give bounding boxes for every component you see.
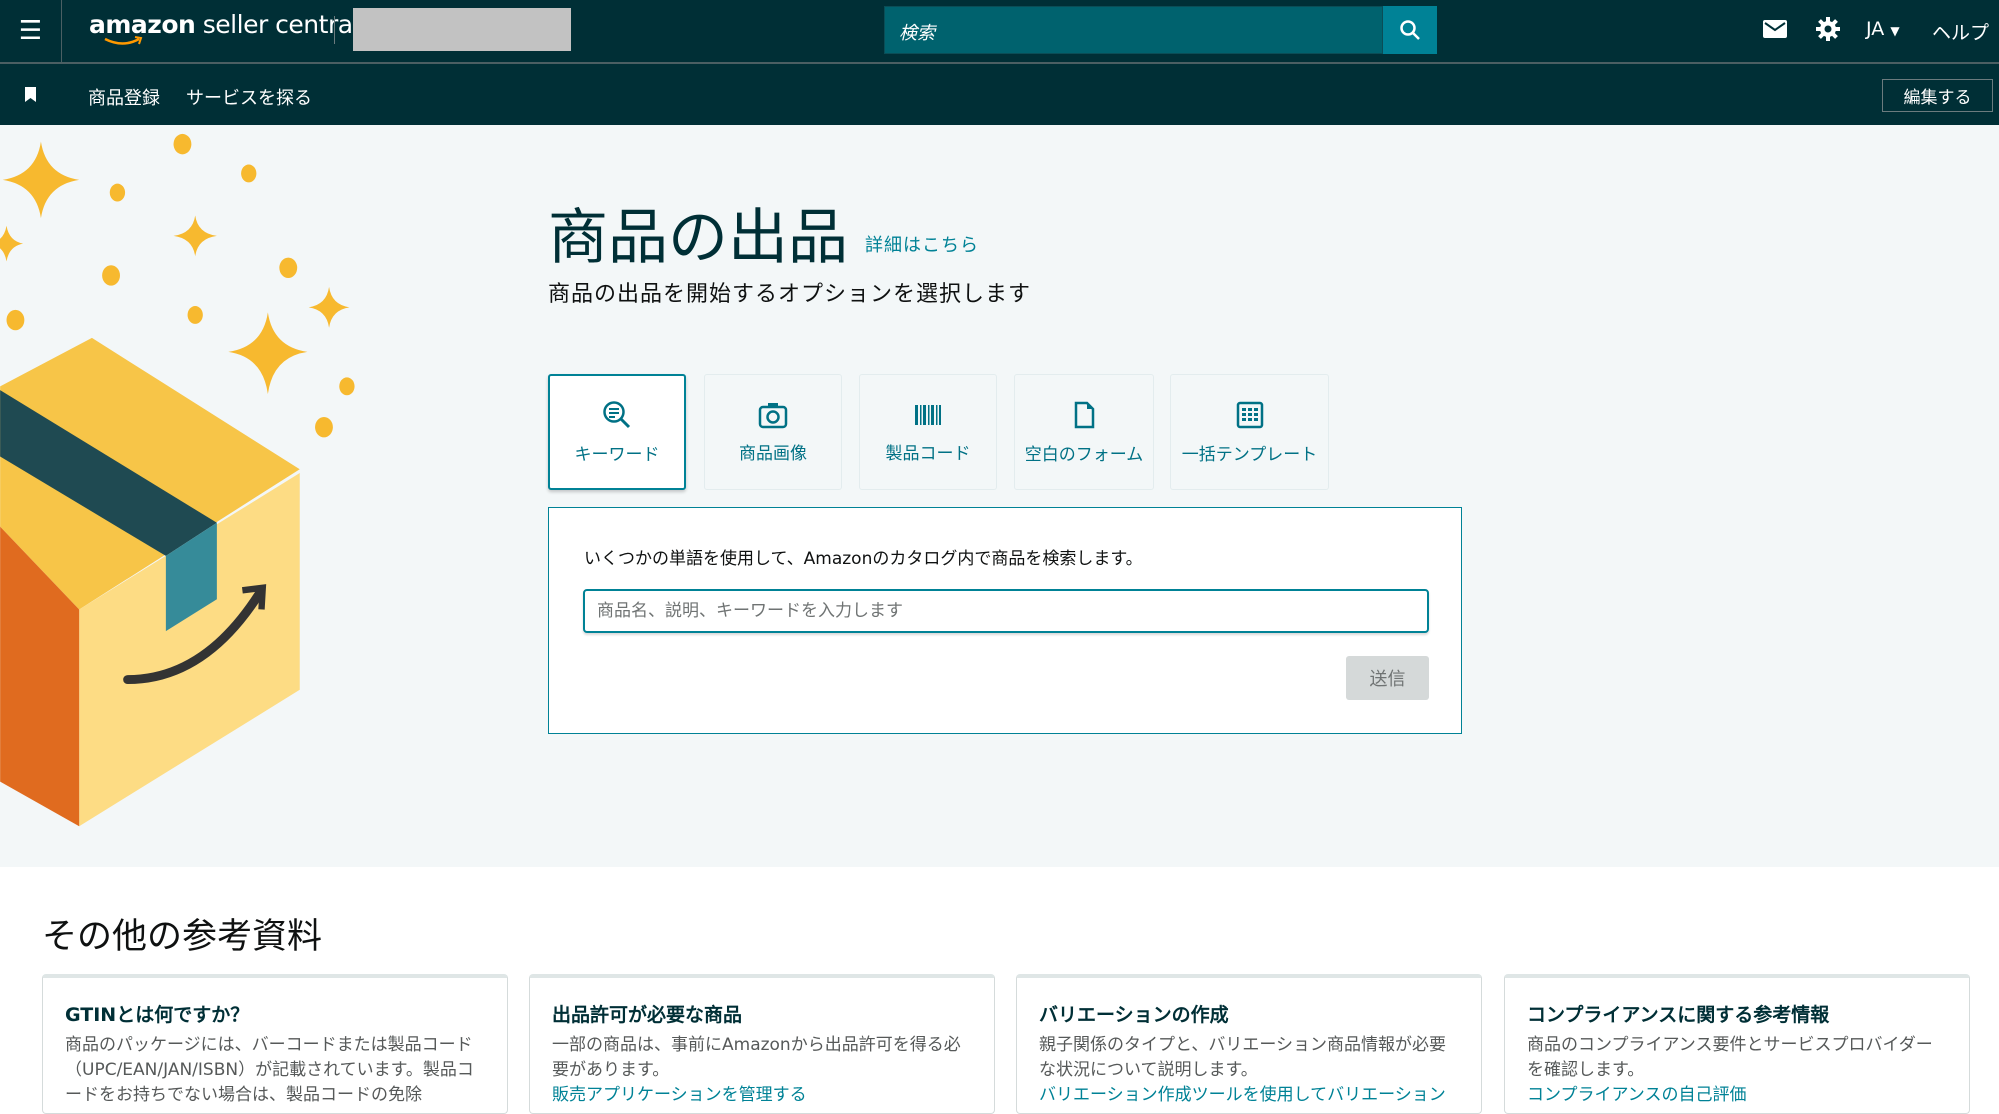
document-icon — [1074, 401, 1095, 428]
keyword-search-panel: いくつかの単語を使用して、Amazonのカタログ内で商品を検索します。 送信 — [548, 507, 1462, 734]
hamburger-menu-icon[interactable]: ☰ — [0, 0, 62, 62]
tab-label: 空白のフォーム — [1024, 444, 1144, 465]
card-body: 商品のパッケージには、バーコードまたは製品コード（UPC/EAN/JAN/ISB… — [65, 1035, 474, 1105]
card-title: コンプライアンスに関する参考情報 — [1527, 1004, 1830, 1026]
tab-label: 一括テンプレート — [1181, 444, 1318, 465]
tab-bulk-template[interactable]: 一括テンプレート — [1170, 374, 1329, 490]
keyword-search-icon — [603, 400, 631, 428]
smile-logo-icon — [104, 36, 143, 45]
card-link[interactable]: バリエーション作成ツールを使用してバリエーション — [1039, 1083, 1459, 1108]
gear-icon[interactable] — [1815, 16, 1841, 42]
nav-bar: 商品登録 サービスを探る 編集する — [0, 64, 1999, 125]
resource-card: GTINとは何ですか？ 商品のパッケージには、バーコードまたは製品コード（UPC… — [42, 974, 508, 1114]
nav-item-explore-services[interactable]: サービスを探る — [186, 84, 312, 110]
submit-button[interactable]: 送信 — [1346, 656, 1429, 700]
spreadsheet-icon — [1236, 401, 1263, 428]
account-switcher[interactable] — [353, 8, 571, 51]
resource-card: 出品許可が必要な商品 一部の商品は、事前にAmazonから出品許可を得る必要があ… — [529, 974, 995, 1114]
card-body: 商品のコンプライアンス要件とサービスプロバイダーを確認します。 — [1527, 1035, 1933, 1080]
divider — [334, 16, 335, 44]
resource-card: コンプライアンスに関する参考情報 商品のコンプライアンス要件とサービスプロバイダ… — [1504, 974, 1970, 1114]
camera-icon — [758, 402, 788, 428]
card-body: 親子関係のタイプと、バリエーション商品情報が必要な状況について説明します。 — [1039, 1035, 1446, 1080]
search-input[interactable]: 検索 — [884, 6, 1383, 54]
nav-item-product-listing[interactable]: 商品登録 — [88, 84, 160, 110]
card-link[interactable]: 販売アプリケーションを管理する — [552, 1083, 972, 1108]
resources-heading: その他の参考資料 — [42, 917, 323, 957]
bookmark-icon[interactable] — [24, 86, 38, 104]
language-selector[interactable]: JA ▼ — [1866, 18, 1900, 40]
tab-label: 商品画像 — [739, 443, 807, 464]
page-subtitle: 商品の出品を開始するオプションを選択します — [548, 282, 1032, 307]
tab-label: キーワード — [574, 444, 660, 465]
edit-button[interactable]: 編集する — [1882, 79, 1993, 112]
card-title: GTINとは何ですか？ — [65, 1004, 250, 1026]
logo-text-bold: amazon — [89, 10, 196, 39]
keyword-input[interactable] — [583, 589, 1429, 633]
card-title: バリエーションの作成 — [1039, 1004, 1229, 1026]
help-link[interactable]: ヘルプ — [1932, 18, 1989, 45]
card-body: 一部の商品は、事前にAmazonから出品許可を得る必要があります。 — [552, 1035, 961, 1080]
mail-icon[interactable] — [1762, 18, 1788, 40]
top-bar: ☰ amazon seller central 検索 JA ▼ ヘルプ — [0, 0, 1999, 64]
barcode-icon — [915, 404, 941, 425]
tab-label: 製品コード — [885, 443, 971, 464]
tab-product-code[interactable]: 製品コード — [859, 374, 997, 490]
tab-keyword[interactable]: キーワード — [548, 374, 686, 490]
search-icon — [1400, 20, 1420, 40]
caret-down-icon: ▼ — [1890, 24, 1900, 38]
tab-blank-form[interactable]: 空白のフォーム — [1014, 374, 1154, 490]
tab-product-image[interactable]: 商品画像 — [704, 374, 842, 490]
page-title: 商品の出品 — [548, 203, 848, 273]
hero-section: 商品の出品 詳細はこちら 商品の出品を開始するオプションを選択します キーワード… — [0, 125, 1999, 867]
learn-more-link[interactable]: 詳細はこちら — [865, 231, 979, 257]
panel-description: いくつかの単語を使用して、Amazonのカタログ内で商品を検索します。 — [584, 549, 1143, 569]
amazon-seller-central-logo[interactable]: amazon seller central — [89, 10, 359, 45]
resource-card: バリエーションの作成 親子関係のタイプと、バリエーション商品情報が必要な状況につ… — [1016, 974, 1482, 1114]
search-button[interactable] — [1383, 6, 1437, 54]
language-label: JA — [1866, 18, 1885, 40]
card-title: 出品許可が必要な商品 — [552, 1004, 743, 1026]
card-link[interactable]: コンプライアンスの自己評価 — [1527, 1083, 1947, 1108]
box-illustration — [0, 133, 355, 827]
